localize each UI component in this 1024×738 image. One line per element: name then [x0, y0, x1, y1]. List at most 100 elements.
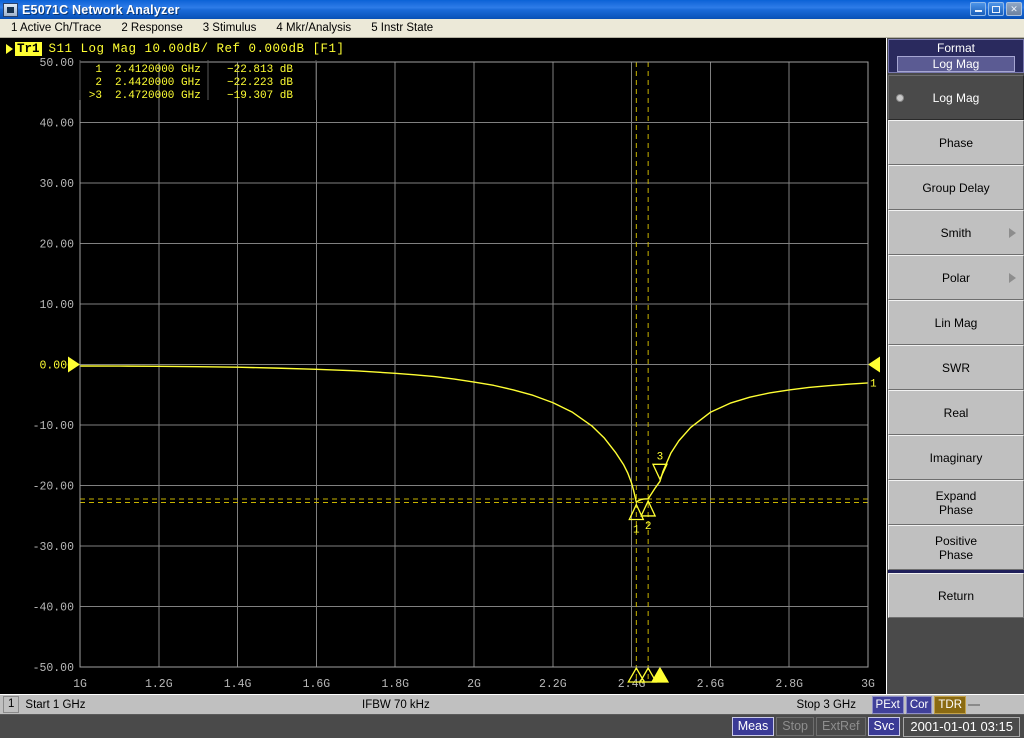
- status-flag-pext[interactable]: PExt: [872, 696, 904, 714]
- trace-status-line[interactable]: Tr1 S11 Log Mag 10.00dB/ Ref 0.000dB [F1…: [0, 39, 886, 58]
- axis-marker-3[interactable]: [652, 668, 668, 682]
- status-flag-cor[interactable]: Cor: [906, 696, 933, 714]
- x-axis-tick-label: 2.8G: [775, 678, 803, 691]
- menu-bar: 1 Active Ch/Trace 2 Response 3 Stimulus …: [0, 19, 1024, 38]
- x-axis-tick-label: 1.2G: [145, 678, 173, 691]
- trace-number-label: 1: [870, 379, 877, 391]
- status-flag-tdr[interactable]: TDR: [934, 696, 966, 714]
- x-axis-tick-label: 1G: [73, 678, 87, 691]
- menu-instr-state[interactable]: 5 Instr State: [362, 21, 442, 35]
- marker-id-label: 2: [645, 521, 652, 533]
- softkey-label: PositivePhase: [935, 534, 977, 562]
- bottom-indicators: MeasStopExtRefSvc: [730, 717, 901, 736]
- softkey-group-delay[interactable]: Group Delay: [888, 165, 1024, 210]
- softkey-phase[interactable]: Phase: [888, 120, 1024, 165]
- bottom-indicator-svc[interactable]: Svc: [868, 717, 901, 736]
- x-axis-tick-label: 3G: [861, 678, 875, 691]
- softkey-expand-phase[interactable]: ExpandPhase: [888, 480, 1024, 525]
- menu-active-ch-trace[interactable]: 1 Active Ch/Trace: [2, 21, 110, 35]
- softkey-menu-current-value: Log Mag: [897, 56, 1015, 72]
- analyzer-icon: [3, 3, 18, 17]
- y-axis-tick-label: 10.00: [39, 299, 74, 312]
- y-axis-tick-label: -20.00: [33, 481, 75, 494]
- marker-row-frequency: 2.4420000 GHz: [115, 77, 201, 89]
- marker-id-label: 3: [657, 451, 664, 463]
- softkey-label: Group Delay: [922, 181, 989, 195]
- trace-label[interactable]: Tr1: [15, 42, 42, 56]
- softkey-label: Phase: [939, 136, 973, 150]
- restore-icon[interactable]: [988, 2, 1004, 16]
- softkey-label: Real: [944, 406, 969, 420]
- y-axis-tick-label: 50.00: [39, 58, 74, 70]
- softkey-label: Return: [938, 589, 974, 603]
- softkey-label: ExpandPhase: [936, 489, 977, 517]
- softkey-lin-mag[interactable]: Lin Mag: [888, 300, 1024, 345]
- title-bar: E5071C Network Analyzer ✕: [0, 0, 1024, 19]
- status-flags: PExtCorTDR: [872, 696, 980, 714]
- softkey-label: Smith: [941, 226, 972, 240]
- y-axis-tick-label: 20.00: [39, 239, 74, 252]
- stop-frequency-label[interactable]: Stop 3 GHz: [797, 699, 856, 711]
- active-trace-arrow-icon: [6, 44, 13, 54]
- softkey-panel-filler: [888, 618, 1024, 693]
- plot-grid: [80, 62, 868, 667]
- bottom-status-bar: MeasStopExtRefSvc 2001-01-01 03:15: [0, 715, 1024, 738]
- y-axis-tick-label: 40.00: [39, 118, 74, 131]
- softkey-label: Imaginary: [930, 451, 983, 465]
- softkey-menu-header: Format Log Mag: [888, 39, 1024, 73]
- minimize-icon[interactable]: [970, 2, 986, 16]
- bottom-indicator-extref[interactable]: ExtRef: [816, 717, 866, 736]
- y-axis-tick-label: -10.00: [33, 420, 75, 433]
- reference-level-marker-left[interactable]: [68, 357, 80, 373]
- marker-row-id: 1: [95, 64, 102, 76]
- softkey-log-mag[interactable]: Log Mag: [888, 75, 1024, 120]
- x-axis-tick-label: 2G: [467, 678, 481, 691]
- softkey-label: Polar: [942, 271, 970, 285]
- softkey-label: SWR: [942, 361, 970, 375]
- menu-stimulus[interactable]: 3 Stimulus: [194, 21, 266, 35]
- reference-level-marker-right[interactable]: [868, 357, 880, 373]
- x-axis-tick-label: 1.6G: [303, 678, 331, 691]
- softkey-list: Log Mag Phase Group Delay Smith Polar Lin Mag…: [888, 75, 1024, 618]
- softkey-real[interactable]: Real: [888, 390, 1024, 435]
- softkey-polar[interactable]: Polar: [888, 255, 1024, 300]
- softkey-return[interactable]: Return: [888, 573, 1024, 618]
- softkey-label: Lin Mag: [935, 316, 978, 330]
- softkey-label: Log Mag: [933, 91, 980, 105]
- close-icon[interactable]: ✕: [1006, 2, 1022, 16]
- marker-row-id: >3: [89, 90, 102, 102]
- marker-row-frequency: 2.4720000 GHz: [115, 90, 201, 102]
- marker-row-id: 2: [95, 77, 102, 89]
- y-axis-tick-label: 30.00: [39, 178, 74, 191]
- network-analyzer-window: E5071C Network Analyzer ✕ 1 Active Ch/Tr…: [0, 0, 1024, 738]
- marker-row-value: −22.813 dB: [227, 64, 293, 76]
- radio-indicator-icon: [896, 94, 904, 102]
- window-controls: ✕: [970, 2, 1022, 16]
- softkey-positive-phase[interactable]: PositivePhase: [888, 525, 1024, 570]
- start-frequency-label[interactable]: Start 1 GHz: [25, 699, 85, 711]
- marker-row-frequency: 2.4120000 GHz: [115, 64, 201, 76]
- y-axis-tick-label: -50.00: [33, 662, 75, 675]
- menu-response[interactable]: 2 Response: [112, 21, 191, 35]
- softkey-smith[interactable]: Smith: [888, 210, 1024, 255]
- trace-format-text: S11 Log Mag 10.00dB/ Ref 0.000dB [F1]: [49, 42, 345, 56]
- bottom-indicator-meas[interactable]: Meas: [732, 717, 775, 736]
- marker-row-value: −19.307 dB: [227, 90, 293, 102]
- x-axis-tick-label: 2.6G: [697, 678, 725, 691]
- chevron-right-icon: [1009, 228, 1016, 238]
- s11-log-mag-plot[interactable]: 50.0040.0030.0020.0010.000.000-10.00-20.…: [0, 58, 886, 694]
- window-title: E5071C Network Analyzer: [22, 3, 180, 17]
- bottom-indicator-stop[interactable]: Stop: [776, 717, 814, 736]
- status-flag-blank: [968, 704, 980, 706]
- chart-area[interactable]: 50.0040.0030.0020.0010.000.000-10.00-20.…: [0, 58, 886, 694]
- x-axis-tick-label: 2.2G: [539, 678, 567, 691]
- marker-id-label: 1: [633, 525, 640, 537]
- marker-row-value: −22.223 dB: [227, 77, 293, 89]
- menu-mkr-analysis[interactable]: 4 Mkr/Analysis: [267, 21, 360, 35]
- ifbw-label[interactable]: IFBW 70 kHz: [362, 699, 430, 711]
- x-axis-tick-label: 1.4G: [224, 678, 252, 691]
- softkey-swr[interactable]: SWR: [888, 345, 1024, 390]
- softkey-imaginary[interactable]: Imaginary: [888, 435, 1024, 480]
- status-bar: 1 Start 1 GHz IFBW 70 kHz Stop 3 GHz PEx…: [0, 694, 1024, 715]
- chevron-right-icon: [1009, 273, 1016, 283]
